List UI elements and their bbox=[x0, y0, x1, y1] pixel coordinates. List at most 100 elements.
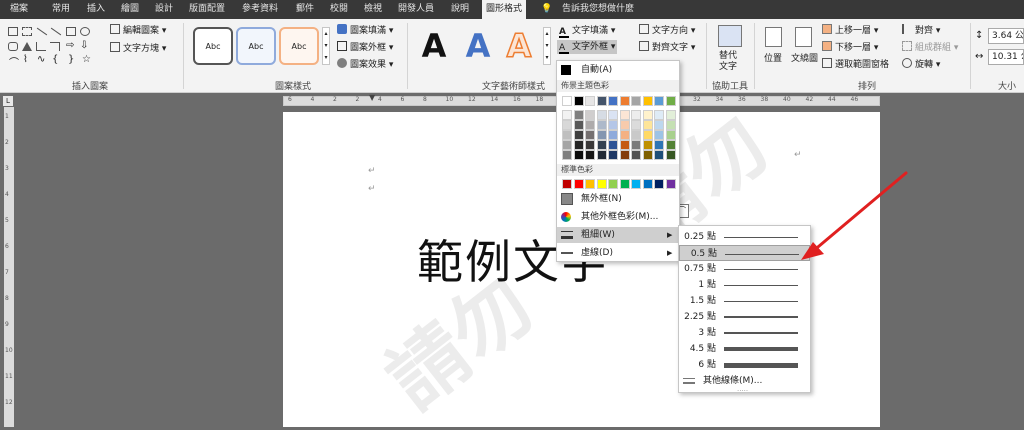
standard-color-swatch[interactable] bbox=[562, 179, 572, 189]
theme-shade-swatch[interactable] bbox=[585, 150, 595, 160]
line-weight-item[interactable]: 1.5 點 bbox=[679, 293, 810, 309]
line-weight-item[interactable]: 4.5 點 bbox=[679, 341, 810, 357]
theme-shade-swatch[interactable] bbox=[608, 130, 618, 140]
edit-shape-button[interactable]: 編輯圖案 ▾ bbox=[110, 24, 166, 38]
theme-color-swatch[interactable] bbox=[665, 96, 676, 106]
standard-color-swatch[interactable] bbox=[596, 179, 607, 189]
rotate-button[interactable]: 旋轉 ▾ bbox=[902, 58, 940, 72]
rounded-rect-shape-icon[interactable] bbox=[8, 42, 18, 51]
standard-color-swatch[interactable] bbox=[585, 179, 595, 189]
standard-color-swatch[interactable] bbox=[608, 179, 618, 189]
standard-color-swatch[interactable] bbox=[619, 179, 630, 189]
theme-shade-swatch[interactable] bbox=[573, 140, 584, 150]
theme-shade-swatch[interactable] bbox=[631, 120, 641, 130]
theme-shade-swatch[interactable] bbox=[585, 110, 595, 120]
theme-shade-swatch[interactable] bbox=[654, 140, 664, 150]
theme-shade-swatch[interactable] bbox=[562, 150, 572, 160]
theme-shade-swatch[interactable] bbox=[654, 120, 664, 130]
theme-shade-swatch[interactable] bbox=[596, 110, 607, 120]
line-shape-icon[interactable] bbox=[36, 27, 48, 36]
tab-mailings[interactable]: 郵件 bbox=[296, 0, 314, 19]
tab-developer[interactable]: 開發人員 bbox=[398, 0, 434, 19]
theme-shade-swatch[interactable] bbox=[608, 110, 618, 120]
theme-shade-swatch[interactable] bbox=[562, 130, 572, 140]
text-outline-button[interactable]: A 文字外框 ▾ bbox=[557, 40, 618, 54]
standard-color-swatch[interactable] bbox=[665, 179, 676, 189]
theme-shade-swatch[interactable] bbox=[642, 130, 653, 140]
tab-review[interactable]: 校閱 bbox=[330, 0, 348, 19]
shape-outline-button[interactable]: 圖案外框 ▾ bbox=[337, 41, 393, 55]
align-text-button[interactable]: 對齊文字 ▾ bbox=[639, 41, 695, 55]
theme-shade-swatch[interactable] bbox=[585, 120, 595, 130]
shape-style-3[interactable]: Abc bbox=[279, 27, 319, 65]
wordart-scroll[interactable]: ▴ ▾ ▾ bbox=[543, 27, 551, 65]
freeform-shape-icon[interactable]: ⌇ bbox=[23, 54, 28, 65]
text-box-button[interactable]: 文字方塊 ▾ bbox=[110, 42, 166, 56]
position-icon[interactable] bbox=[765, 27, 782, 47]
indent-marker[interactable]: ▼ bbox=[369, 93, 375, 102]
wordart-style-2[interactable]: A bbox=[462, 25, 494, 67]
star-shape-icon[interactable]: ☆ bbox=[82, 54, 91, 65]
shape-fill-button[interactable]: 圖案填滿 ▾ bbox=[337, 24, 393, 38]
theme-color-swatch[interactable] bbox=[585, 96, 595, 106]
tab-references[interactable]: 參考資料 bbox=[242, 0, 278, 19]
theme-shade-swatch[interactable] bbox=[596, 120, 607, 130]
scribble-shape-icon[interactable]: ∿ bbox=[37, 54, 45, 65]
shape-effects-button[interactable]: 圖案效果 ▾ bbox=[337, 58, 393, 72]
theme-color-swatch[interactable] bbox=[631, 96, 641, 106]
line-weight-item[interactable]: 0.75 點 bbox=[679, 261, 810, 277]
wordart-style-1[interactable]: A bbox=[418, 25, 450, 67]
tell-me-search[interactable]: 告訴我您想做什麼 bbox=[562, 0, 634, 19]
tab-insert[interactable]: 插入 bbox=[87, 0, 105, 19]
standard-color-swatch[interactable] bbox=[654, 179, 664, 189]
text-fill-button[interactable]: A 文字填滿 ▾ bbox=[559, 24, 615, 38]
menu-item-dashes[interactable]: 虛線(D) ▶ bbox=[557, 245, 679, 261]
theme-shade-swatch[interactable] bbox=[619, 120, 630, 130]
theme-shade-swatch[interactable] bbox=[654, 150, 664, 160]
arrow-down-shape-icon[interactable]: ⇩ bbox=[80, 40, 88, 51]
shape-style-1[interactable]: Abc bbox=[193, 27, 233, 65]
elbow-arrow-icon[interactable] bbox=[50, 42, 60, 51]
line-weight-item[interactable]: 2.25 點 bbox=[679, 309, 810, 325]
tab-draw[interactable]: 繪圖 bbox=[121, 0, 139, 19]
theme-color-swatch[interactable] bbox=[654, 96, 664, 106]
theme-shade-swatch[interactable] bbox=[631, 110, 641, 120]
theme-color-swatch[interactable] bbox=[642, 96, 653, 106]
theme-shade-swatch[interactable] bbox=[665, 130, 676, 140]
width-input[interactable]: 10.31 公 bbox=[988, 49, 1024, 65]
tab-design[interactable]: 設計 bbox=[155, 0, 173, 19]
standard-color-swatch[interactable] bbox=[573, 179, 584, 189]
standard-color-swatch[interactable] bbox=[642, 179, 653, 189]
theme-shade-swatch[interactable] bbox=[562, 140, 572, 150]
menu-item-more-colors[interactable]: 其他外框色彩(M)... bbox=[557, 209, 679, 225]
line-weight-item[interactable]: 0.25 點 bbox=[679, 229, 810, 245]
height-input[interactable]: 3.64 公 bbox=[988, 28, 1024, 44]
shape-style-2[interactable]: Abc bbox=[236, 27, 276, 65]
tab-help[interactable]: 說明 bbox=[451, 0, 469, 19]
text-direction-button[interactable]: 文字方向 ▾ bbox=[639, 24, 695, 38]
tab-layout[interactable]: 版面配置 bbox=[189, 0, 225, 19]
theme-shade-swatch[interactable] bbox=[573, 150, 584, 160]
menu-item-no-outline[interactable]: 無外框(N) bbox=[557, 191, 679, 207]
line-weight-item[interactable]: 6 點 bbox=[679, 357, 810, 373]
theme-color-swatch[interactable] bbox=[619, 96, 630, 106]
brace-right-icon[interactable]: } bbox=[68, 54, 74, 65]
theme-shade-swatch[interactable] bbox=[619, 140, 630, 150]
theme-color-swatch[interactable] bbox=[608, 96, 618, 106]
alt-text-button[interactable]: 替代 文字 bbox=[719, 51, 737, 73]
theme-shade-swatch[interactable] bbox=[573, 120, 584, 130]
line-weight-item[interactable]: 3 點 bbox=[679, 325, 810, 341]
standard-color-swatch[interactable] bbox=[631, 179, 641, 189]
vertical-textbox-shape-icon[interactable] bbox=[22, 27, 32, 36]
theme-shade-swatch[interactable] bbox=[631, 130, 641, 140]
textbox-shape-icon[interactable] bbox=[8, 27, 18, 36]
line-weight-item[interactable]: 0.5 點 bbox=[679, 245, 810, 261]
tab-shape-format[interactable]: 圖形格式 bbox=[482, 0, 527, 19]
line-weight-item[interactable]: 1 點 bbox=[679, 277, 810, 293]
alt-text-icon[interactable] bbox=[718, 25, 742, 47]
theme-shade-swatch[interactable] bbox=[654, 130, 664, 140]
elbow-connector-icon[interactable] bbox=[36, 42, 46, 51]
theme-shade-swatch[interactable] bbox=[596, 140, 607, 150]
theme-shade-swatch[interactable] bbox=[608, 150, 618, 160]
position-button[interactable]: 位置 bbox=[764, 51, 782, 64]
